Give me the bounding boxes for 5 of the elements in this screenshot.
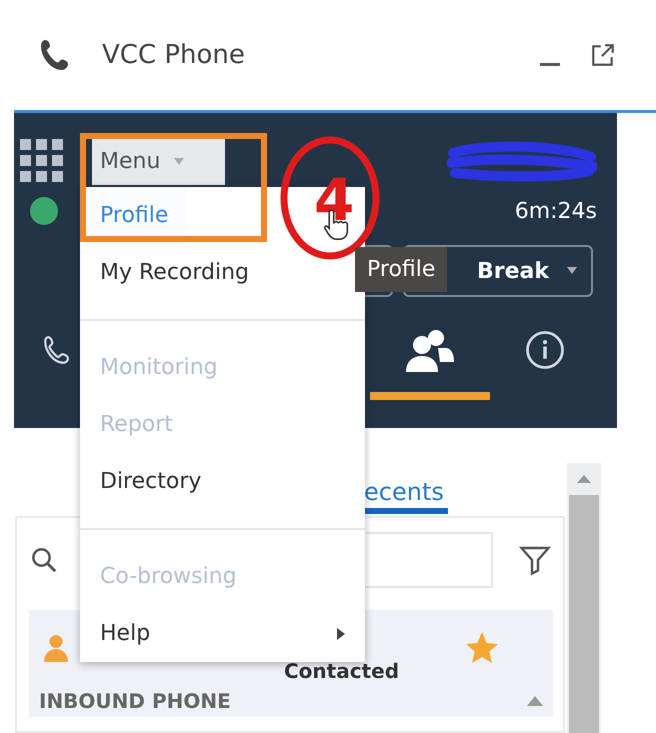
contact-status: Contacted	[284, 659, 400, 683]
window-title: VCC Phone	[102, 40, 246, 70]
call-timer: 6m:24s	[514, 198, 597, 224]
tooltip: Profile	[355, 247, 448, 292]
section-title: INBOUND PHONE	[39, 689, 231, 713]
